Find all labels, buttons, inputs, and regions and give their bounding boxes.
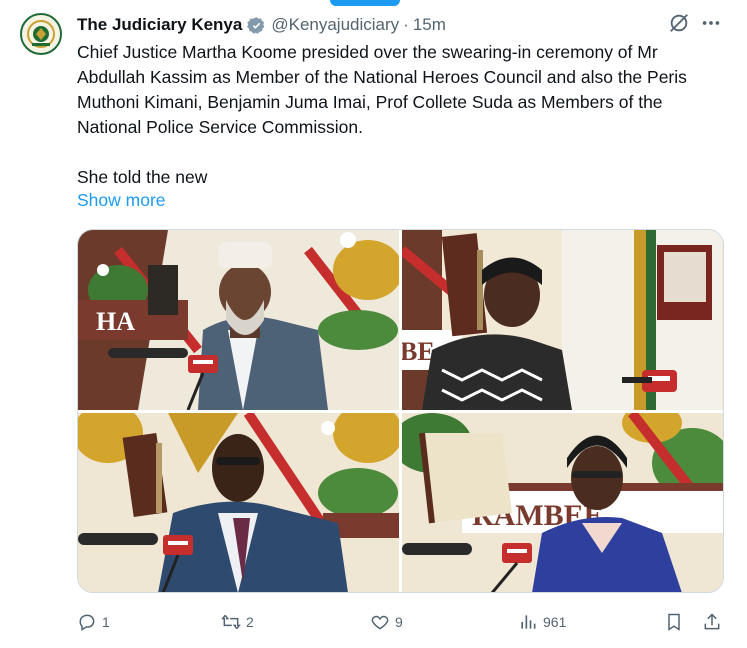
verified-badge-icon[interactable] xyxy=(247,16,266,35)
heart-icon xyxy=(371,615,389,630)
media-grid: HA BE RAMBEE xyxy=(77,229,724,593)
show-more-link[interactable]: Show more xyxy=(77,190,166,211)
tweet-paragraph: Chief Justice Martha Koome presided over… xyxy=(77,42,687,137)
action-bar: 1 2 9 961 xyxy=(77,608,727,636)
view-count: 961 xyxy=(543,614,567,630)
retweet-count: 2 xyxy=(246,614,254,630)
reply-count: 1 xyxy=(102,614,110,630)
retweet-icon xyxy=(221,614,241,630)
reply-icon xyxy=(79,614,95,631)
tweet-time[interactable]: 15m xyxy=(413,15,446,35)
tweet-paragraph: She told the new xyxy=(77,167,208,187)
photo-sign-text: HA xyxy=(96,307,135,336)
views-button[interactable]: 961 xyxy=(518,608,566,636)
grok-icon[interactable] xyxy=(668,12,690,34)
author-name[interactable]: The Judiciary Kenya xyxy=(77,15,242,35)
author-avatar[interactable] xyxy=(20,13,62,55)
photo-4[interactable]: RAMBEE xyxy=(402,413,723,592)
photo-1[interactable]: HA xyxy=(78,230,399,410)
tweet-text: Chief Justice Martha Koome presided over… xyxy=(77,40,727,190)
share-icon xyxy=(704,613,720,630)
share-button[interactable] xyxy=(702,608,727,636)
bookmark-button[interactable] xyxy=(664,608,689,636)
top-highlight-bar xyxy=(330,0,400,6)
more-icon[interactable] xyxy=(700,12,722,34)
retweet-button[interactable]: 2 xyxy=(221,608,254,636)
bookmark-icon xyxy=(668,613,680,631)
views-icon xyxy=(521,615,536,629)
author-handle[interactable]: @Kenyajudiciary xyxy=(271,15,399,35)
like-button[interactable]: 9 xyxy=(370,608,403,636)
separator-dot: · xyxy=(403,15,409,34)
reply-button[interactable]: 1 xyxy=(77,608,110,636)
photo-2[interactable]: BE xyxy=(402,230,723,410)
photo-sign-text: BE xyxy=(402,337,435,366)
photo-3[interactable] xyxy=(78,413,399,592)
judiciary-logo-icon xyxy=(23,16,59,52)
like-count: 9 xyxy=(395,614,403,630)
tweet-header: The Judiciary Kenya @Kenyajudiciary · 15… xyxy=(77,14,446,36)
